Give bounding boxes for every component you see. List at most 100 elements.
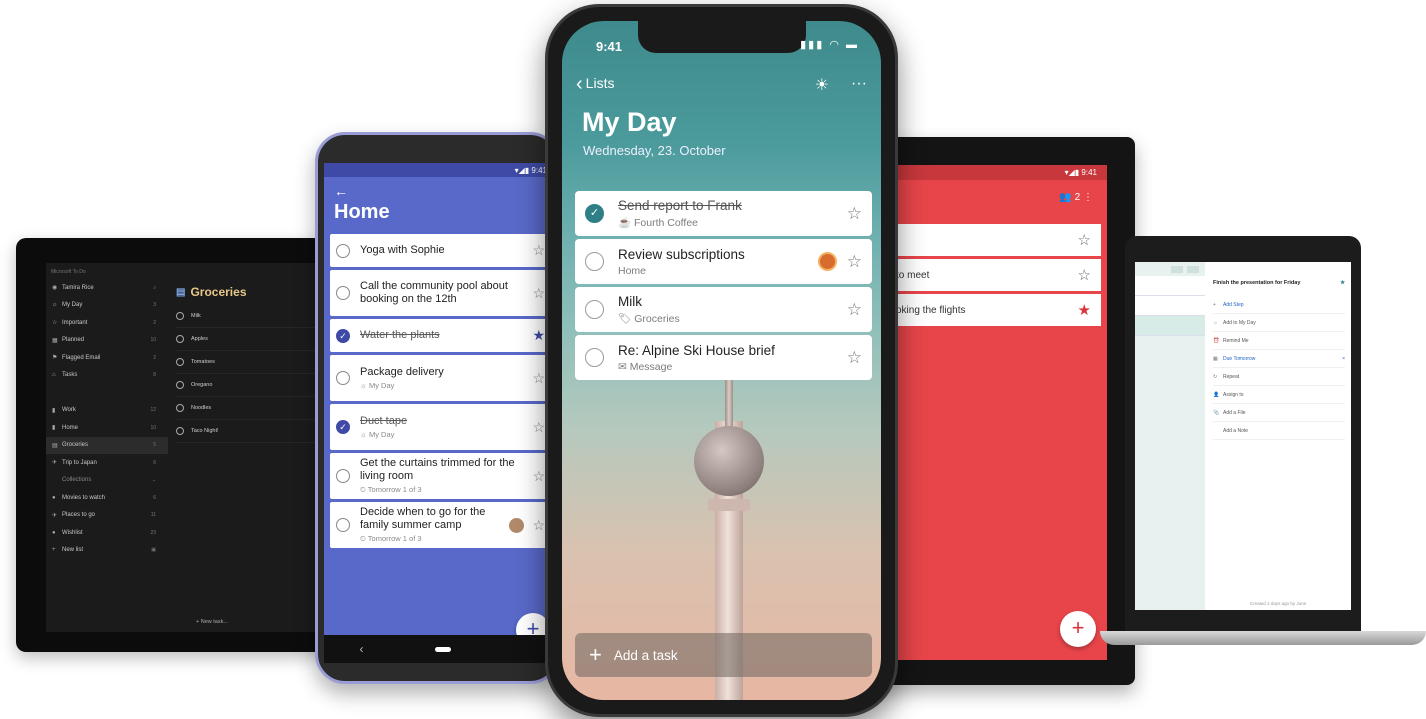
new-task-input[interactable]: + New task...: [196, 619, 228, 625]
more-icon[interactable]: [1187, 266, 1199, 273]
checkbox-circle-icon[interactable]: [176, 427, 184, 435]
task-card[interactable]: Milk 🏷 Groceries ☆: [575, 287, 872, 332]
task-text: Water the plants: [360, 329, 528, 342]
sidebar-item[interactable]: ☼ My Day 3: [46, 297, 168, 315]
detail-item[interactable]: + Add Step: [1213, 296, 1345, 314]
created-info: Created 2 days ago by June: [1249, 601, 1307, 606]
detail-item-icon: 👤: [1213, 391, 1220, 398]
task-card[interactable]: Re: Alpine Ski House brief ✉ Message ☆: [575, 335, 872, 380]
detail-item[interactable]: ☼ Add to My Day: [1213, 314, 1345, 332]
sidebar-item[interactable]: ◉ Tamira Rice ⌕: [46, 279, 168, 297]
back-arrow-icon[interactable]: ←: [324, 177, 557, 199]
checkbox-circle-icon[interactable]: [176, 335, 184, 343]
star-icon[interactable]: ☆: [532, 517, 545, 534]
detail-item[interactable]: ⏰ Remind Me: [1213, 332, 1345, 350]
task-row[interactable]: oking the flights ★: [886, 294, 1101, 326]
checkbox-circle-icon[interactable]: [585, 348, 604, 367]
android-screen: ▾◢▮ 9:41 ← Home Yoga with Sophie ☆ Call th…: [324, 163, 557, 663]
detail-item[interactable]: 📎 Add a File: [1213, 404, 1345, 422]
star-icon[interactable]: ★: [532, 327, 545, 344]
detail-item[interactable]: Add a Note: [1213, 422, 1345, 440]
task-row[interactable]: Decide when to go for the family summer …: [330, 502, 551, 548]
task-row[interactable]: Get the curtains trimmed for the living …: [330, 453, 551, 499]
detail-item-label: Remind Me: [1223, 337, 1249, 344]
task-row[interactable]: ✓ Duct tape ☼ My Day ☆: [330, 404, 551, 450]
add-task-bar[interactable]: + Add a task: [575, 633, 872, 677]
star-icon[interactable]: ☆: [847, 300, 862, 320]
checkbox-circle-icon[interactable]: [176, 404, 184, 412]
star-icon[interactable]: ☆: [532, 285, 545, 302]
checkbox-circle-icon[interactable]: [336, 243, 350, 258]
share-icon[interactable]: [1171, 266, 1183, 273]
sidebar-item-count: ⌄: [151, 477, 156, 484]
star-icon[interactable]: ☆: [532, 242, 545, 259]
checked-circle-icon[interactable]: ✓: [585, 204, 604, 223]
sidebar-item-label: Places to go: [62, 512, 96, 519]
task-card[interactable]: Review subscriptions Home ☆: [575, 239, 872, 284]
sidebar-item[interactable]: ☆ Important 2: [46, 314, 168, 332]
task-row[interactable]: [1135, 276, 1205, 296]
task-subtitle: Home: [618, 264, 647, 277]
task-row[interactable]: Package delivery ☼ My Day ☆: [330, 355, 551, 401]
plane-icon: ✈: [52, 512, 58, 519]
task-row[interactable]: Yoga with Sophie ☆: [330, 234, 551, 267]
detail-item[interactable]: ↻ Repeat: [1213, 368, 1345, 386]
task-row[interactable]: ✓ Water the plants ★: [330, 319, 551, 352]
task-row-selected[interactable]: [1135, 316, 1205, 336]
more-icon[interactable]: ···: [851, 75, 867, 95]
close-icon[interactable]: ×: [1342, 356, 1345, 362]
iphone-screen: 9:41 ▮▮▮ ◠ ▬ ‹ Lists ☀ ··· My Day Wednesd…: [562, 21, 881, 700]
checkbox-circle-icon[interactable]: [176, 381, 184, 389]
sidebar-item-count: 8: [153, 372, 156, 379]
nav-back-icon[interactable]: ‹: [360, 642, 364, 656]
checked-circle-icon[interactable]: ✓: [336, 328, 350, 343]
task-row[interactable]: to meet ☆: [886, 259, 1101, 291]
sidebar-item[interactable]: ▮ Home 10: [46, 419, 168, 437]
checkbox-circle-icon[interactable]: [585, 252, 604, 271]
star-icon[interactable]: ☆: [847, 348, 862, 368]
star-icon[interactable]: ☆: [1078, 266, 1091, 284]
star-icon[interactable]: ☆: [532, 468, 545, 485]
sidebar-item[interactable]: ▮ Work 12: [46, 402, 168, 420]
sidebar-item[interactable]: Collections ⌄: [46, 472, 168, 490]
task-text: Get the curtains trimmed for the living …: [360, 457, 528, 495]
task-row[interactable]: Call the community pool about booking on…: [330, 270, 551, 316]
star-icon[interactable]: ☆: [847, 252, 862, 272]
checkbox-circle-icon[interactable]: [336, 371, 350, 385]
checkbox-circle-icon[interactable]: [336, 469, 350, 483]
checkbox-circle-icon[interactable]: [336, 518, 350, 532]
page-title: My Day: [582, 107, 677, 137]
detail-item[interactable]: 👤 Assign to: [1213, 386, 1345, 404]
task-card[interactable]: ✓ Send report to Frank ☕ Fourth Coffee ☆: [575, 191, 872, 236]
sidebar-item[interactable]: ⚑ Flagged Email 2: [46, 349, 168, 367]
briefcase-icon: ▮: [52, 407, 56, 414]
add-task-button[interactable]: +: [1060, 611, 1096, 647]
task-row[interactable]: [1135, 296, 1205, 316]
star-icon[interactable]: ☆: [1078, 231, 1091, 249]
sidebar-item[interactable]: ✈ Places to go 11: [46, 507, 168, 525]
star-icon[interactable]: ★: [1078, 301, 1091, 319]
star-icon[interactable]: ★: [1340, 280, 1345, 286]
sidebar-item[interactable]: ✈ Trip to Japan 6: [46, 454, 168, 472]
sidebar-item[interactable]: ▤ Groceries 5: [46, 436, 168, 454]
star-icon[interactable]: ☆: [847, 204, 862, 224]
task-row[interactable]: ☆: [886, 224, 1101, 256]
star-icon[interactable]: ☆: [532, 419, 545, 436]
share-and-more-icons[interactable]: 👥 2 ⋮: [880, 180, 1107, 224]
detail-item[interactable]: ▦ Due Tomorrow ×: [1213, 350, 1345, 368]
sidebar-item[interactable]: + New list ▣: [46, 542, 168, 560]
star-icon[interactable]: ☆: [532, 370, 545, 387]
sidebar-item[interactable]: ⌂ Tasks 8: [46, 367, 168, 385]
checked-circle-icon[interactable]: ✓: [336, 420, 350, 434]
checkbox-circle-icon[interactable]: [585, 300, 604, 319]
checkbox-circle-icon[interactable]: [176, 358, 184, 366]
sidebar-item-count: 2: [153, 319, 156, 326]
nav-home-pill-icon[interactable]: [434, 646, 451, 652]
lightbulb-icon[interactable]: ☀: [815, 75, 829, 95]
sidebar-item[interactable]: ● Wishlist 23: [46, 524, 168, 542]
checkbox-circle-icon[interactable]: [176, 312, 184, 320]
sidebar-item[interactable]: ▦ Planned 10: [46, 332, 168, 350]
checkbox-circle-icon[interactable]: [336, 286, 350, 300]
back-to-lists-button[interactable]: ‹ Lists: [576, 73, 614, 96]
sidebar-item[interactable]: ● Movies to watch 6: [46, 489, 168, 507]
